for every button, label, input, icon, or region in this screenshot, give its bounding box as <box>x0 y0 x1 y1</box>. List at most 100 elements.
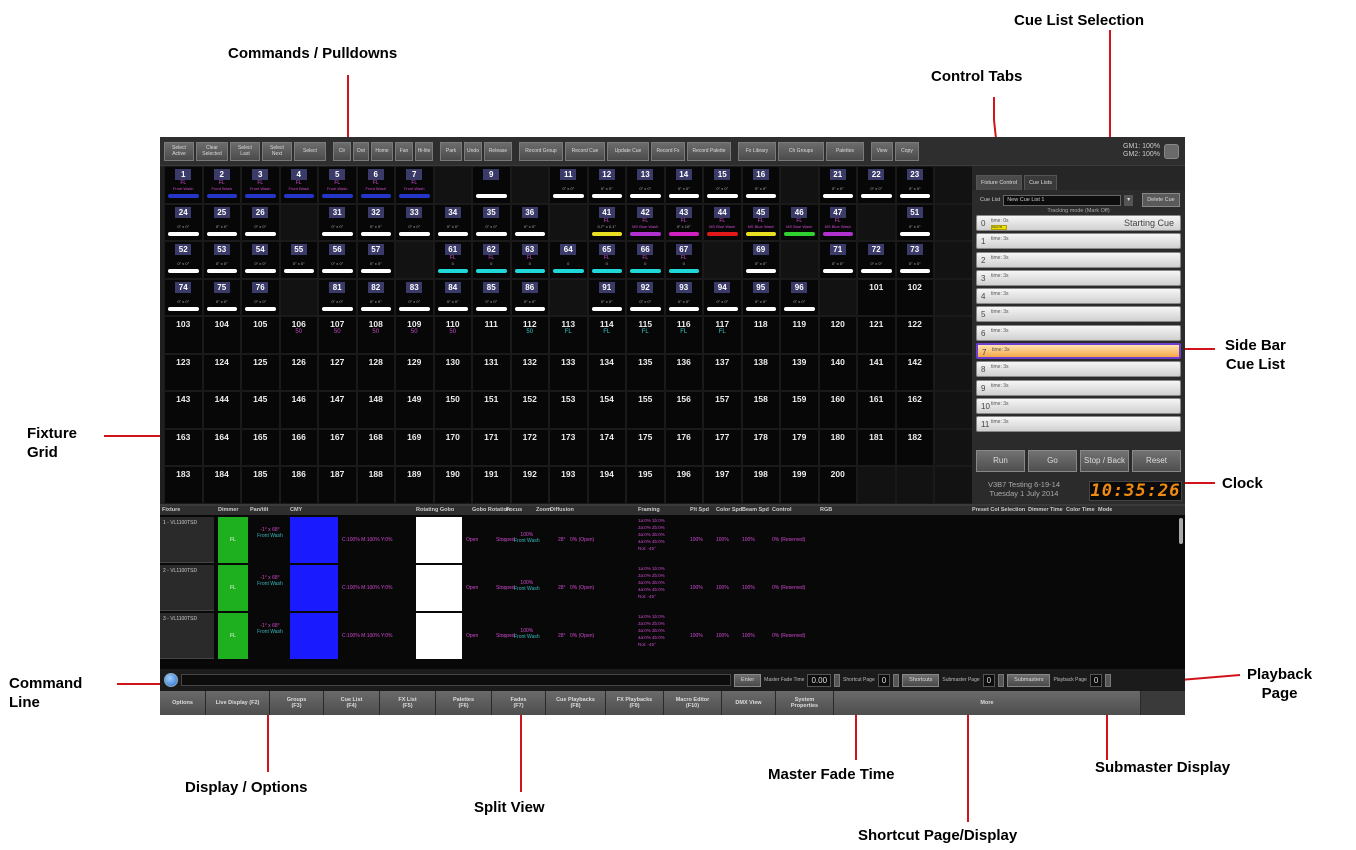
fixture-cell[interactable]: 116 FL <box>664 316 703 354</box>
fixture-cell[interactable]: 161 <box>857 391 896 429</box>
fixture-cell[interactable]: 168 <box>356 428 395 466</box>
fixture-cell[interactable]: 24 0° x 0° <box>164 203 203 241</box>
fixture-cell[interactable]: 91 0° x 0° <box>587 278 626 316</box>
toolbar-button-record-group[interactable]: Record Group <box>519 141 563 161</box>
tab-fixture-control[interactable]: Fixture Control <box>976 175 1023 190</box>
fixture-cell[interactable]: 175 <box>626 428 665 466</box>
fixture-cell[interactable]: 31 0° x 0° <box>318 203 357 241</box>
fixture-cell[interactable]: 134 <box>587 353 626 391</box>
fixture-cell[interactable]: 105 <box>241 316 280 354</box>
fixture-cell[interactable]: 131 <box>472 353 511 391</box>
fixture-cell[interactable]: 26 0° x 0° <box>241 203 280 241</box>
fixture-cell[interactable]: 195 <box>626 466 665 504</box>
fixture-cell[interactable]: 22 0° x 0° <box>857 166 896 204</box>
fixture-cell[interactable]: 200 <box>818 466 857 504</box>
fixture-cell[interactable]: 72 0° x 0° <box>857 241 896 279</box>
fixture-cell[interactable]: 137 <box>703 353 742 391</box>
fixture-cell[interactable]: 62 FL 0 <box>472 241 511 279</box>
fixture-cell[interactable]: 170 <box>433 428 472 466</box>
option-button-macro-editor[interactable]: Macro Editor (F10) <box>664 691 722 715</box>
fixture-cell[interactable]: 61 FL 0 <box>433 241 472 279</box>
fixture-cell[interactable]: 128 <box>356 353 395 391</box>
toolbar-button-select-next[interactable]: Select Next <box>262 141 292 161</box>
fixture-cell[interactable]: 42 FL MS Blue Wash <box>626 203 665 241</box>
fixture-cell[interactable]: 85 0° x 0° <box>472 278 511 316</box>
fixture-cell[interactable]: 95 0° x 0° <box>741 278 780 316</box>
fixture-cell[interactable]: 145 <box>241 391 280 429</box>
fixture-cell[interactable]: 173 <box>549 428 588 466</box>
toolbar-button-copy[interactable]: Copy <box>895 141 919 161</box>
fixture-cell[interactable]: 66 FL 0 <box>626 241 665 279</box>
fixture-cell[interactable]: 123 <box>164 353 203 391</box>
chevron-down-icon[interactable]: ▾ <box>1124 194 1134 206</box>
fixture-cell[interactable]: 147 <box>318 391 357 429</box>
fixture-cell[interactable]: 64 0 <box>549 241 588 279</box>
fixture-cell[interactable]: 53 0° x 0° <box>202 241 241 279</box>
toolbar-button-release[interactable]: Release <box>484 141 512 161</box>
fixture-cell[interactable]: 104 <box>202 316 241 354</box>
fixture-cell[interactable]: 13 0° x 0° <box>626 166 665 204</box>
fixture-cell[interactable]: 47 FL MS Blue Wash <box>818 203 857 241</box>
command-line-input[interactable] <box>181 674 731 686</box>
fixture-cell[interactable]: 115 FL <box>626 316 665 354</box>
toolbar-button-clear-selected[interactable]: Clear Selected <box>196 141 228 161</box>
fixture-cell[interactable]: 5 FL Front Wash <box>318 166 357 204</box>
fixture-cell[interactable]: 136 <box>664 353 703 391</box>
toolbar-button-record-fx[interactable]: Record Fx <box>651 141 685 161</box>
fixture-cell[interactable]: 2 FL Front Wash <box>202 166 241 204</box>
fixture-cell[interactable]: 93 0° x 0° <box>664 278 703 316</box>
fixture-cell[interactable]: 34 0° x 0° <box>433 203 472 241</box>
playback-page-input[interactable]: 0 <box>1089 673 1103 687</box>
option-button-fades[interactable]: Fades (F7) <box>492 691 546 715</box>
fixture-cell[interactable]: 56 0° x 0° <box>318 241 357 279</box>
fixture-cell[interactable]: 6 FL Front Wash <box>356 166 395 204</box>
fixture-cell[interactable]: 190 <box>433 466 472 504</box>
fixture-cell[interactable]: 118 <box>741 316 780 354</box>
fixture-cell[interactable]: 109 50 <box>395 316 434 354</box>
fixture-cell[interactable]: 139 <box>780 353 819 391</box>
toolbar-button-park[interactable]: Park <box>440 141 462 161</box>
submasters-button[interactable]: Submasters <box>1007 673 1051 687</box>
submaster-page-input[interactable]: 0 <box>982 673 996 687</box>
toolbar-button-record-cue[interactable]: Record Cue <box>565 141 605 161</box>
fixture-cell[interactable]: 143 <box>164 391 203 429</box>
fixture-cell[interactable]: 25 0° x 0° <box>202 203 241 241</box>
fixture-cell[interactable]: 189 <box>395 466 434 504</box>
option-button-cue-playbacks[interactable]: Cue Playbacks (F8) <box>546 691 606 715</box>
fixture-cell[interactable]: 196 <box>664 466 703 504</box>
toolbar-button-record-palette[interactable]: Record Palette <box>687 141 731 161</box>
fixture-cell[interactable]: 96 0° x 0° <box>780 278 819 316</box>
fixture-cell[interactable]: 129 <box>395 353 434 391</box>
delete-cue-button[interactable]: Delete Cue <box>1142 193 1180 207</box>
fixture-cell[interactable]: 14 0° x 0° <box>664 166 703 204</box>
playback-page-spinner[interactable] <box>1105 673 1112 687</box>
fixture-cell[interactable]: 92 0° x 0° <box>626 278 665 316</box>
fixture-cell[interactable]: 52 0° x 0° <box>164 241 203 279</box>
fixture-cell[interactable]: 142 <box>895 353 934 391</box>
option-button-dmx-view[interactable]: DMX View <box>722 691 776 715</box>
fixture-cell[interactable]: 124 <box>202 353 241 391</box>
fixture-cell[interactable]: 84 0° x 0° <box>433 278 472 316</box>
cue-item[interactable]: 7 time: 3s <box>976 343 1181 360</box>
option-button-live-display-f2[interactable]: Live Display (F2) <box>206 691 270 715</box>
fixture-cell[interactable]: 86 0° x 0° <box>510 278 549 316</box>
fixture-cell[interactable]: 21 0° x 0° <box>818 166 857 204</box>
fixture-cell[interactable]: 148 <box>356 391 395 429</box>
fixture-cell[interactable]: 3 FL Front Wash <box>241 166 280 204</box>
fixture-cell[interactable]: 181 <box>857 428 896 466</box>
toolbar-button-fx-library[interactable]: Fx Library <box>738 141 776 161</box>
stop-back-button[interactable]: Stop / Back <box>1080 450 1129 472</box>
fixture-cell[interactable]: 171 <box>472 428 511 466</box>
cue-list-dropdown[interactable]: New Cue List 1 <box>1003 194 1122 206</box>
fixture-cell[interactable]: 122 <box>895 316 934 354</box>
fixture-cell[interactable]: 45 FL MS Blue Wash <box>741 203 780 241</box>
reset-button[interactable]: Reset <box>1132 450 1181 472</box>
fixture-cell[interactable]: 133 <box>549 353 588 391</box>
fixture-cell[interactable]: 163 <box>164 428 203 466</box>
toolbar-button-update-cue[interactable]: Update Cue <box>607 141 649 161</box>
split-view-scrollbar[interactable] <box>1179 518 1183 544</box>
fixture-cell[interactable]: 155 <box>626 391 665 429</box>
fixture-cell[interactable]: 74 0° x 0° <box>164 278 203 316</box>
split-view-row[interactable]: 1 - VL1100TSD FL -1° x 68° Front Wash C:100%… <box>160 517 1185 563</box>
master-fade-spinner[interactable] <box>834 673 841 687</box>
